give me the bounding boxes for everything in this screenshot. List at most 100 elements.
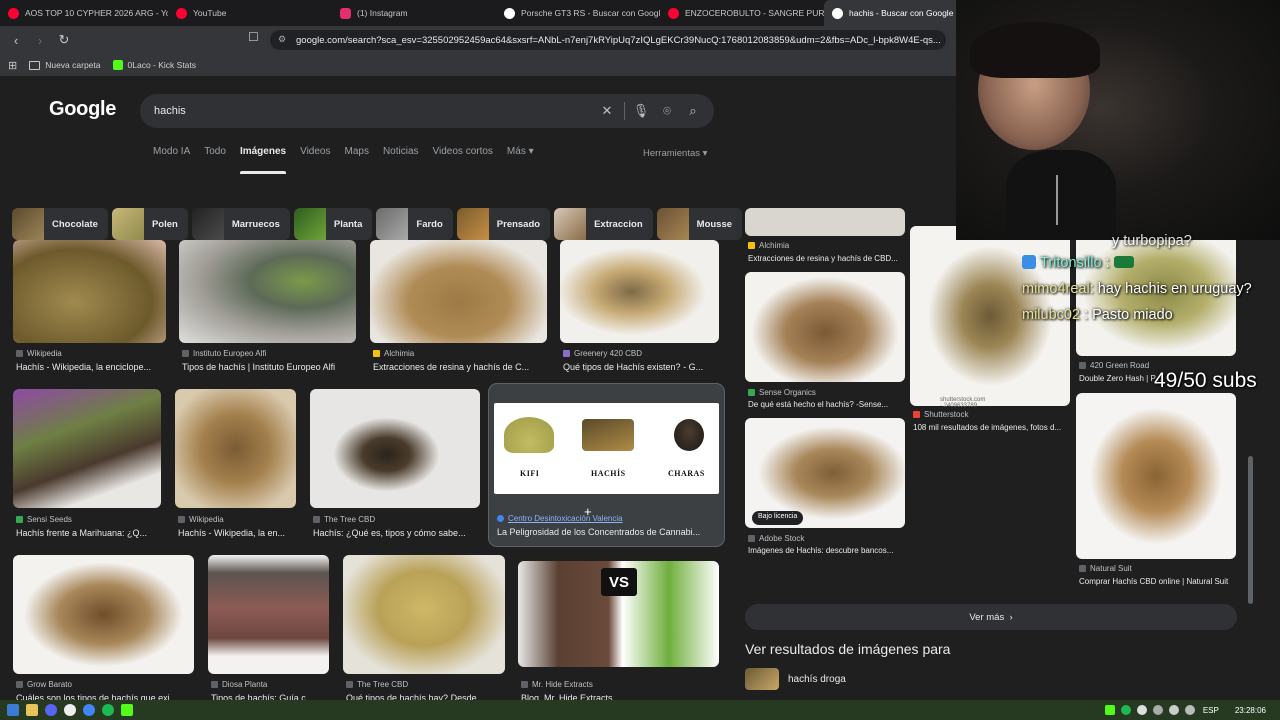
chip-marruecos[interactable]: Marruecos bbox=[191, 208, 290, 240]
tab-videos[interactable]: Videos bbox=[300, 146, 330, 166]
cursor-icon: + bbox=[584, 504, 592, 519]
chip-thumbnail bbox=[191, 208, 224, 240]
result-image[interactable] bbox=[1076, 393, 1236, 559]
related-heading: Ver resultados de imágenes para bbox=[745, 641, 951, 657]
ver-mas-button[interactable]: Ver más › bbox=[745, 604, 1237, 630]
bookmark-folder[interactable]: Nueva carpeta bbox=[29, 60, 101, 70]
tray-icon[interactable] bbox=[1168, 705, 1179, 715]
tab-todo[interactable]: Todo bbox=[204, 146, 226, 166]
source-favicon-icon bbox=[373, 350, 380, 357]
tab-maps[interactable]: Maps bbox=[344, 146, 368, 166]
tray-icon[interactable] bbox=[1152, 705, 1163, 715]
bookmark-link[interactable]: 0Laco - Kick Stats bbox=[112, 60, 196, 70]
apps-grid-icon[interactable]: ⊞ bbox=[8, 59, 17, 72]
browser-tab[interactable]: ENZOCEROBULTO - SANGRE PURA D bbox=[660, 0, 824, 26]
streamer-shirt bbox=[1006, 150, 1116, 240]
spotify-icon[interactable] bbox=[102, 704, 114, 716]
back-icon[interactable]: ‹ bbox=[6, 30, 26, 50]
chip-planta[interactable]: Planta bbox=[293, 208, 373, 240]
result-image[interactable] bbox=[745, 208, 905, 236]
source-favicon-icon bbox=[211, 681, 218, 688]
result-image[interactable] bbox=[745, 272, 905, 382]
result-image[interactable] bbox=[13, 240, 166, 343]
clear-icon[interactable]: ✕ bbox=[598, 102, 616, 120]
result-image[interactable] bbox=[310, 389, 480, 508]
google-logo[interactable]: Google bbox=[49, 98, 116, 121]
result-image[interactable] bbox=[370, 240, 547, 343]
watermark: shutterstock.com · 2409633789 bbox=[940, 397, 986, 409]
vs-badge: VS bbox=[601, 568, 637, 596]
kick-icon[interactable] bbox=[121, 704, 133, 716]
page-scrollbar[interactable] bbox=[1248, 456, 1253, 604]
chip-prensado[interactable]: Prensado bbox=[456, 208, 551, 240]
site-info-icon[interactable]: ⚙ bbox=[278, 34, 290, 46]
discord-icon[interactable] bbox=[45, 704, 57, 716]
search-icon[interactable]: ⌕ bbox=[684, 102, 702, 120]
result-image[interactable] bbox=[13, 389, 161, 508]
lens-icon[interactable]: ⌾ bbox=[658, 102, 676, 120]
instagram-icon bbox=[340, 7, 351, 19]
chip-extraccion[interactable]: Extraccion bbox=[554, 208, 653, 240]
tab-modo-ia[interactable]: Modo IA bbox=[153, 146, 190, 166]
tray-icon[interactable] bbox=[1136, 705, 1147, 715]
tray-icon[interactable] bbox=[1104, 705, 1115, 715]
google-icon bbox=[504, 7, 515, 19]
chip-thumbnail bbox=[656, 208, 689, 240]
chip-mousse[interactable]: Mousse bbox=[656, 208, 743, 240]
chip-thumbnail bbox=[293, 208, 326, 240]
obs-icon[interactable] bbox=[64, 704, 76, 716]
bookmarks-bar: ⊞ Nueva carpeta 0Laco - Kick Stats bbox=[0, 54, 960, 76]
result-image[interactable] bbox=[179, 240, 356, 343]
source-favicon-icon bbox=[748, 535, 755, 542]
stream-chat: y turbopipa? Tritonsillo : mimo4real: ha… bbox=[1022, 228, 1280, 328]
search-input[interactable]: hachis ✕ 🎙 ⌾ ⌕ bbox=[140, 94, 714, 128]
chip-polen[interactable]: Polen bbox=[111, 208, 188, 240]
chip-thumbnail bbox=[456, 208, 489, 240]
tab-videos-cortos[interactable]: Videos cortos bbox=[433, 146, 493, 166]
browser-tab-active[interactable]: hachis - Buscar con Google bbox=[824, 0, 960, 26]
explorer-icon[interactable] bbox=[26, 704, 38, 716]
taskbar: ESP 23:28:06 bbox=[0, 700, 1280, 720]
chip-chocolate[interactable]: Chocolate bbox=[12, 208, 108, 240]
browser-tab[interactable]: Porsche GT3 RS - Buscar con Google bbox=[496, 0, 660, 26]
source-favicon-icon bbox=[16, 516, 23, 523]
result-image[interactable]: KIFI HACHÍS CHARAS bbox=[494, 403, 719, 494]
result-image[interactable] bbox=[208, 555, 329, 674]
necklace bbox=[1056, 175, 1058, 225]
microphone-icon[interactable]: 🎙 bbox=[632, 102, 650, 120]
chip-thumbnail bbox=[376, 208, 409, 240]
badge-icon bbox=[1022, 255, 1036, 269]
result-image[interactable] bbox=[560, 240, 719, 343]
address-bar[interactable]: ⚙ google.com/search?sca_esv=325502952459… bbox=[270, 30, 946, 50]
tray-icon[interactable] bbox=[1120, 705, 1131, 715]
tools-button[interactable]: Herramientas ▾ bbox=[643, 148, 707, 159]
browser-tab[interactable]: AOS TOP 10 CYPHER 2026 ARG - You bbox=[0, 0, 168, 26]
related-search[interactable]: hachís droga bbox=[745, 668, 846, 690]
result-image[interactable] bbox=[343, 555, 505, 674]
clock[interactable]: 23:28:06 bbox=[1235, 706, 1266, 715]
forward-icon[interactable]: › bbox=[30, 30, 50, 50]
source-favicon-icon bbox=[748, 242, 755, 249]
browser-tab[interactable]: (1) Instagram bbox=[332, 0, 496, 26]
source-favicon-icon bbox=[16, 681, 23, 688]
youtube-icon bbox=[8, 7, 19, 19]
source-favicon-icon bbox=[313, 516, 320, 523]
windows-start-icon[interactable] bbox=[7, 704, 19, 716]
google-icon bbox=[832, 7, 843, 19]
source-favicon-icon bbox=[1079, 565, 1086, 572]
tab-noticias[interactable]: Noticias bbox=[383, 146, 419, 166]
chrome-icon[interactable] bbox=[83, 704, 95, 716]
chat-message: Tritonsillo : bbox=[1022, 250, 1280, 276]
reload-icon[interactable]: ↻ bbox=[54, 30, 74, 50]
tray-icon[interactable] bbox=[1184, 705, 1195, 715]
bookmark-icon[interactable]: ☐ bbox=[248, 30, 259, 44]
browser-tab[interactable]: YouTube bbox=[168, 0, 332, 26]
result-image[interactable] bbox=[13, 555, 194, 674]
chip-fardo[interactable]: Fardo bbox=[376, 208, 453, 240]
result-image[interactable] bbox=[175, 389, 296, 508]
language-indicator[interactable]: ESP bbox=[1203, 706, 1219, 715]
source-favicon-icon bbox=[16, 350, 23, 357]
tab-imagenes[interactable]: Imágenes bbox=[239, 146, 287, 174]
youtube-icon bbox=[176, 7, 187, 19]
tab-mas[interactable]: Más ▾ bbox=[507, 146, 534, 166]
